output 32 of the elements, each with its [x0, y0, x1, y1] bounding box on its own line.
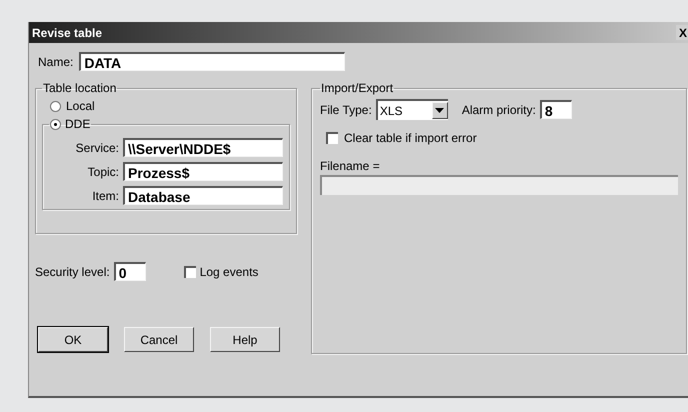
- alarm-priority-field[interactable]: 8: [540, 100, 572, 119]
- text-field[interactable]: Database: [123, 186, 283, 205]
- field-label: Service:: [76, 140, 119, 154]
- name-label: Name:: [38, 54, 74, 68]
- filename-field[interactable]: [320, 175, 678, 195]
- dialog-button[interactable]: OK: [38, 327, 108, 352]
- file-type-label: File Type:: [320, 102, 372, 116]
- checkbox[interactable]: [184, 266, 196, 278]
- name-field[interactable]: DATA: [79, 52, 346, 71]
- dialog-button[interactable]: Help: [210, 327, 280, 352]
- group-title: Table location: [43, 81, 116, 95]
- checkbox-label: Log events: [200, 264, 258, 278]
- group-title: Import/Export: [321, 81, 394, 95]
- dialog-button[interactable]: Cancel: [124, 327, 194, 352]
- text-field[interactable]: Prozess$: [123, 162, 283, 181]
- filename-label: Filename =: [320, 159, 381, 173]
- field-label: Item:: [92, 188, 119, 202]
- caret-icon: [435, 108, 444, 113]
- text-field[interactable]: \\Server\NDDE$: [123, 138, 283, 157]
- field-label: Topic:: [88, 164, 119, 178]
- close-button[interactable]: X: [676, 25, 688, 40]
- radio-button[interactable]: [50, 118, 61, 130]
- alarm-priority-label: Alarm priority:: [462, 102, 536, 116]
- window-title: Revise table: [32, 26, 102, 40]
- checkbox-label: Clear table if import error: [344, 131, 477, 145]
- file-type-dropdown[interactable]: XLS: [376, 99, 448, 120]
- checkbox[interactable]: [326, 132, 338, 144]
- security-level-label: Security level:: [35, 264, 110, 278]
- radio-label: DDE: [65, 117, 90, 131]
- radio-label: Local: [66, 99, 95, 113]
- security-level-field[interactable]: 0: [114, 262, 146, 281]
- radio-button[interactable]: [50, 100, 61, 112]
